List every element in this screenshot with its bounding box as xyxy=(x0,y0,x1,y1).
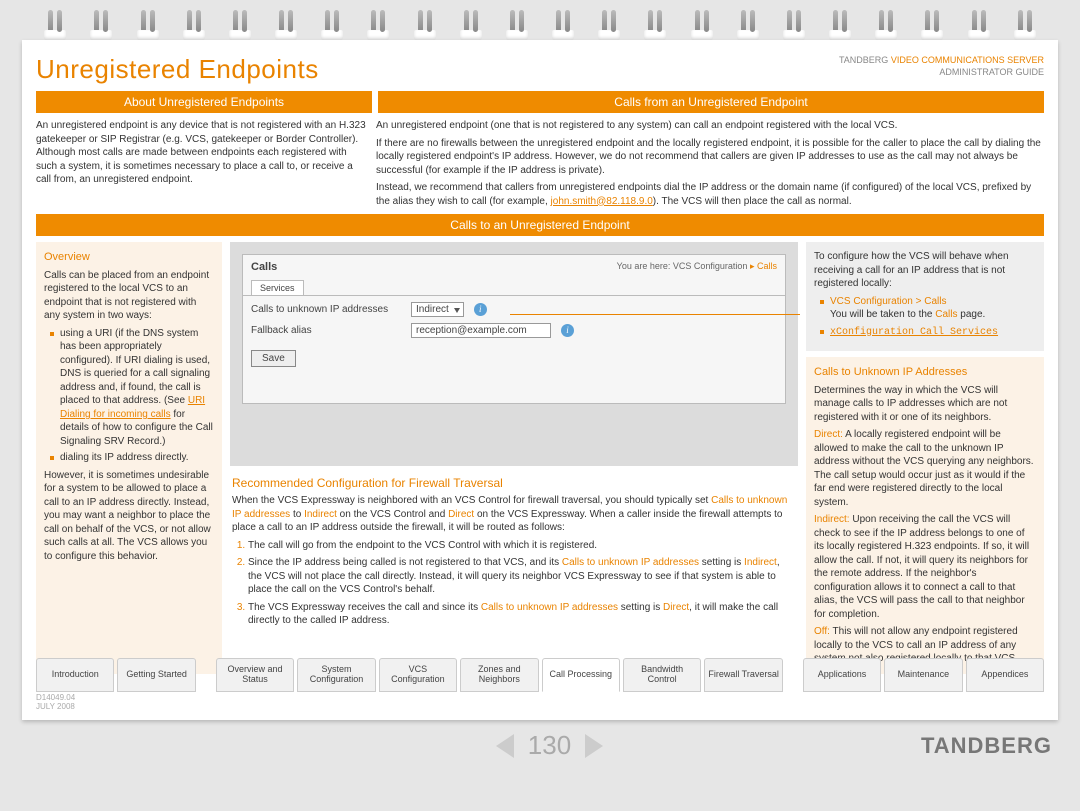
page-number: 130 xyxy=(528,730,571,761)
info-icon[interactable]: i xyxy=(561,324,574,337)
about-text: An unregistered endpoint is any device t… xyxy=(36,119,366,208)
reco-body: When the VCS Expressway is neighbored wi… xyxy=(230,494,798,628)
brand-line: TANDBERG VIDEO COMMUNICATIONS SERVER ADM… xyxy=(839,54,1044,78)
nav-tab-zones-and-neighbors[interactable]: Zones and Neighbors xyxy=(460,658,538,692)
nav-tab-maintenance[interactable]: Maintenance xyxy=(884,658,962,692)
calls-panel: Calls You are here: VCS Configuration ▸ … xyxy=(242,254,786,404)
overview-box: Overview Calls can be placed from an end… xyxy=(36,242,222,674)
band-calls-to: Calls to an Unregistered Endpoint xyxy=(36,214,1044,236)
reco-heading: Recommended Configuration for Firewall T… xyxy=(232,476,798,490)
nav-tab-call-processing[interactable]: Call Processing xyxy=(542,658,620,692)
label-fallback-alias: Fallback alias xyxy=(251,325,401,336)
spiral-binding xyxy=(0,0,1080,40)
nav-tab-bandwidth-control[interactable]: Bandwidth Control xyxy=(623,658,701,692)
pager: 130 xyxy=(496,730,603,761)
breadcrumb: You are here: VCS Configuration ▸ Calls xyxy=(617,261,777,272)
band-about: About Unregistered Endpoints xyxy=(36,91,372,113)
nav-tab-applications[interactable]: Applications xyxy=(803,658,881,692)
calls-from-text: An unregistered endpoint (one that is no… xyxy=(376,119,1044,208)
configure-box: To configure how the VCS will behave whe… xyxy=(806,242,1044,351)
nav-tab-appendices[interactable]: Appendices xyxy=(966,658,1044,692)
nav-tab-getting-started[interactable]: Getting Started xyxy=(117,658,195,692)
example-uri-link[interactable]: john.smith@82.118.9.0 xyxy=(551,196,653,207)
screenshot-frame: Calls You are here: VCS Configuration ▸ … xyxy=(230,242,798,466)
select-unknown-ip[interactable]: Indirect xyxy=(411,302,464,317)
calls-unknown-box: Calls to Unknown IP Addresses Determines… xyxy=(806,357,1044,674)
next-page-arrow-icon[interactable] xyxy=(585,734,603,758)
doc-meta: D14049.04JULY 2008 xyxy=(36,693,75,712)
nav-tab-introduction[interactable]: Introduction xyxy=(36,658,114,692)
page-title: Unregistered Endpoints xyxy=(36,54,319,85)
band-calls-from: Calls from an Unregistered Endpoint xyxy=(378,91,1044,113)
nav-tab-vcs-configuration[interactable]: VCS Configuration xyxy=(379,658,457,692)
bottom-nav-tabs: IntroductionGetting Started Overview and … xyxy=(36,658,1044,692)
label-unknown-ip: Calls to unknown IP addresses xyxy=(251,304,401,315)
nav-tab-firewall-traversal[interactable]: Firewall Traversal xyxy=(704,658,782,692)
input-fallback-alias[interactable]: reception@example.com xyxy=(411,323,551,338)
brand-logo: TANDBERG xyxy=(921,733,1052,759)
callout-line xyxy=(510,314,800,315)
save-button[interactable]: Save xyxy=(251,350,296,367)
xconfig-link[interactable]: xConfiguration Call Services xyxy=(830,327,998,338)
tab-services[interactable]: Services xyxy=(251,280,304,295)
prev-page-arrow-icon[interactable] xyxy=(496,734,514,758)
panel-title: Calls xyxy=(251,261,277,273)
nav-tab-overview-and-status[interactable]: Overview and Status xyxy=(216,658,294,692)
nav-tab-system-configuration[interactable]: System Configuration xyxy=(297,658,375,692)
info-icon[interactable]: i xyxy=(474,303,487,316)
